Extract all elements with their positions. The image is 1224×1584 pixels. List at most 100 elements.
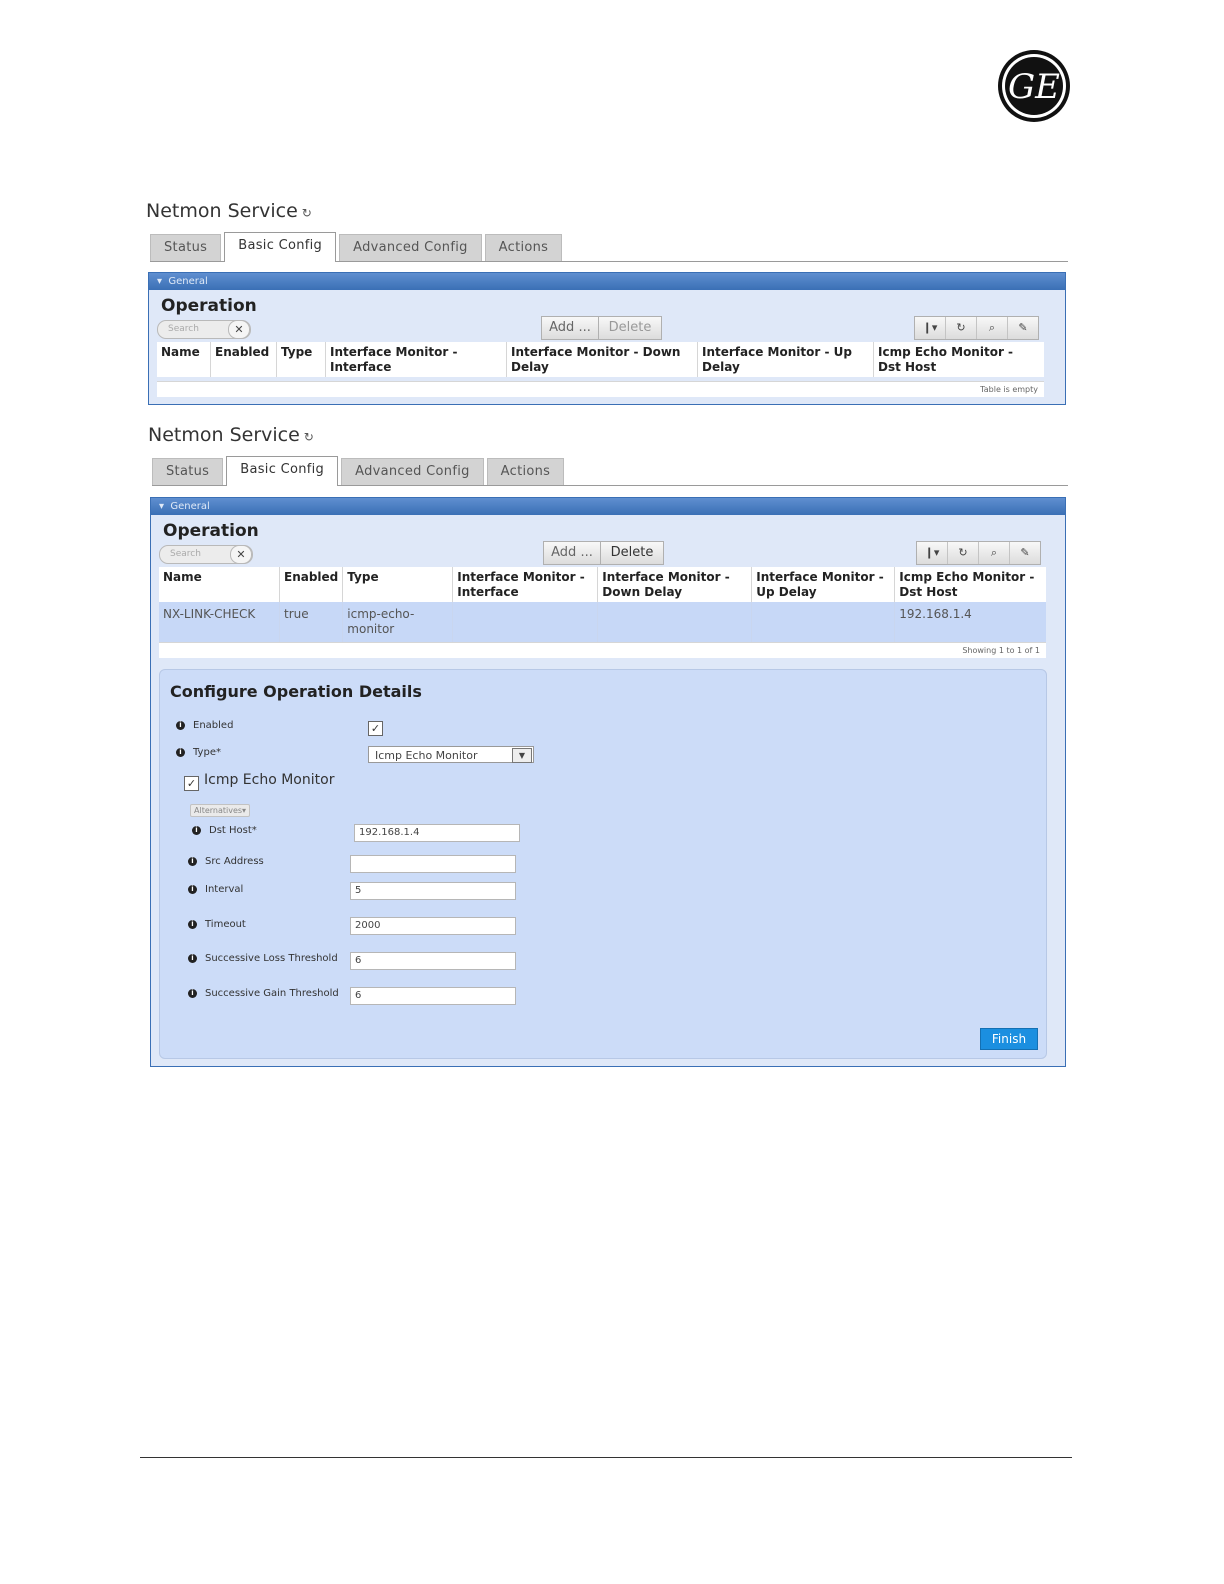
column-header[interactable]: Enabled	[279, 567, 344, 602]
general-panel: ▾ General Operation Search ✕ Add ... Dele…	[148, 272, 1066, 405]
column-header[interactable]: Interface Monitor - Down Delay	[597, 567, 753, 602]
general-panel-header[interactable]: ▾ General	[149, 273, 1065, 290]
info-icon[interactable]: i	[188, 884, 197, 894]
add-button[interactable]: Add ...	[543, 541, 601, 565]
ge-logo-text: GE	[1008, 67, 1060, 107]
general-panel-header[interactable]: ▾ General	[151, 498, 1065, 515]
table-cell	[751, 602, 896, 642]
search-input[interactable]: Search ✕	[157, 320, 251, 339]
tab-advanced-config[interactable]: Advanced Config	[339, 234, 482, 261]
icmp-echo-monitor-checkbox[interactable]: ✓	[184, 776, 199, 791]
info-icon[interactable]: i	[188, 988, 197, 998]
collapse-icon[interactable]: ▾	[157, 276, 162, 287]
column-header[interactable]: Name	[159, 567, 280, 602]
column-header[interactable]: Interface Monitor - Interface	[452, 567, 599, 602]
info-icon[interactable]: i	[176, 747, 185, 757]
info-icon[interactable]: i	[188, 856, 197, 866]
icmp-echo-monitor-label: Icmp Echo Monitor	[204, 772, 335, 788]
table-status: Table is empty	[157, 381, 1044, 397]
tab-bar: Status Basic Config Advanced Config Acti…	[150, 232, 1068, 262]
columns-icon[interactable]: ❙▾	[915, 317, 946, 339]
refresh-icon[interactable]: ↻	[302, 206, 312, 220]
tab-actions[interactable]: Actions	[484, 234, 563, 261]
footer-divider	[140, 1457, 1072, 1458]
table-toolbar: ❙▾ ↻ ⌕ ✎	[914, 316, 1039, 340]
dst-host-label: i Dst Host*	[192, 825, 257, 836]
column-header[interactable]: Type	[342, 567, 454, 602]
successive-gain-threshold-label: i Successive Gain Threshold	[188, 988, 339, 999]
column-header[interactable]: Interface Monitor - Up Delay	[697, 342, 874, 377]
configure-title: Configure Operation Details	[170, 682, 422, 701]
tab-bar: Status Basic Config Advanced Config Acti…	[152, 456, 1068, 486]
operation-table: Name Enabled Type Interface Monitor - In…	[159, 567, 1046, 642]
netmon-screen-configured: Netmon Service ↻ Status Basic Config Adva…	[148, 420, 1068, 1072]
search-input[interactable]: Search ✕	[159, 545, 253, 564]
tab-advanced-config[interactable]: Advanced Config	[341, 458, 484, 485]
close-icon[interactable]: ✕	[228, 320, 250, 339]
interval-input[interactable]: 5	[350, 882, 516, 900]
successive-loss-threshold-label: i Successive Loss Threshold	[188, 953, 338, 964]
timeout-input[interactable]: 2000	[350, 917, 516, 935]
tab-status[interactable]: Status	[150, 234, 222, 261]
table-status: Showing 1 to 1 of 1	[159, 642, 1046, 658]
chevron-down-icon[interactable]: ▼	[512, 748, 532, 763]
info-icon[interactable]: i	[188, 953, 197, 963]
type-select[interactable]: Icmp Echo Monitor ▼	[368, 746, 534, 763]
configure-operation-panel: Configure Operation Details i Enabled ✓ i…	[159, 669, 1047, 1059]
refresh-icon[interactable]: ↻	[946, 317, 977, 339]
collapse-icon[interactable]: ▾	[159, 501, 164, 512]
column-header[interactable]: Icmp Echo Monitor - Dst Host	[874, 342, 1045, 377]
column-header[interactable]: Enabled	[210, 342, 277, 377]
finish-button[interactable]: Finish	[980, 1028, 1038, 1050]
tab-basic-config[interactable]: Basic Config	[226, 456, 339, 486]
table-cell: icmp-echo-monitor	[342, 602, 454, 642]
successive-gain-threshold-input[interactable]: 6	[350, 987, 516, 1005]
table-header-row: Name Enabled Type Interface Monitor - In…	[159, 567, 1046, 602]
section-title: Operation	[161, 296, 257, 316]
search-icon[interactable]: ⌕	[977, 317, 1008, 339]
column-header[interactable]: Icmp Echo Monitor - Dst Host	[895, 567, 1046, 602]
tab-actions[interactable]: Actions	[486, 458, 565, 485]
column-header[interactable]: Interface Monitor - Up Delay	[751, 567, 896, 602]
info-icon[interactable]: i	[192, 825, 201, 835]
enabled-label: i Enabled	[176, 720, 233, 731]
timeout-label: i Timeout	[188, 919, 246, 930]
table-header-row: Name Enabled Type Interface Monitor - In…	[157, 342, 1044, 377]
column-header[interactable]: Interface Monitor - Interface	[325, 342, 507, 377]
info-icon[interactable]: i	[176, 720, 185, 730]
refresh-icon[interactable]: ↻	[304, 430, 314, 444]
alternatives-button[interactable]: Alternatives▾	[190, 804, 251, 817]
delete-button[interactable]: Delete	[598, 316, 662, 340]
enabled-checkbox[interactable]: ✓	[368, 721, 383, 736]
netmon-screen-empty: Netmon Service ↻ Status Basic Config Adva…	[146, 196, 1068, 408]
delete-button[interactable]: Delete	[600, 541, 664, 565]
successive-loss-threshold-input[interactable]: 6	[350, 952, 516, 970]
table-toolbar: ❙▾ ↻ ⌕ ✎	[916, 541, 1041, 565]
column-header[interactable]: Type	[276, 342, 326, 377]
column-header[interactable]: Name	[157, 342, 211, 377]
tab-status[interactable]: Status	[152, 458, 224, 485]
column-header[interactable]: Interface Monitor - Down Delay	[506, 342, 698, 377]
src-address-label: i Src Address	[188, 856, 264, 867]
src-address-input[interactable]	[350, 855, 516, 873]
tab-basic-config[interactable]: Basic Config	[224, 232, 337, 262]
table-cell: true	[279, 602, 344, 642]
dst-host-input[interactable]: 192.168.1.4	[354, 824, 520, 842]
operation-table: Name Enabled Type Interface Monitor - In…	[157, 342, 1044, 377]
section-title: Operation	[163, 521, 259, 541]
table-cell: NX-LINK-CHECK	[159, 602, 280, 642]
table-cell	[597, 602, 753, 642]
page-title: Netmon Service ↻	[146, 200, 312, 222]
columns-icon[interactable]: ❙▾	[917, 542, 948, 564]
table-cell	[452, 602, 599, 642]
wrench-icon[interactable]: ✎	[1008, 317, 1038, 339]
refresh-icon[interactable]: ↻	[948, 542, 979, 564]
close-icon[interactable]: ✕	[230, 545, 252, 564]
search-icon[interactable]: ⌕	[979, 542, 1010, 564]
info-icon[interactable]: i	[188, 919, 197, 929]
type-label: i Type*	[176, 747, 221, 758]
table-row[interactable]: NX-LINK-CHECK true icmp-echo-monitor 192…	[159, 602, 1046, 642]
general-panel: ▾ General Operation Search ✕ Add ... Dele…	[150, 497, 1066, 1067]
wrench-icon[interactable]: ✎	[1010, 542, 1040, 564]
add-button[interactable]: Add ...	[541, 316, 599, 340]
